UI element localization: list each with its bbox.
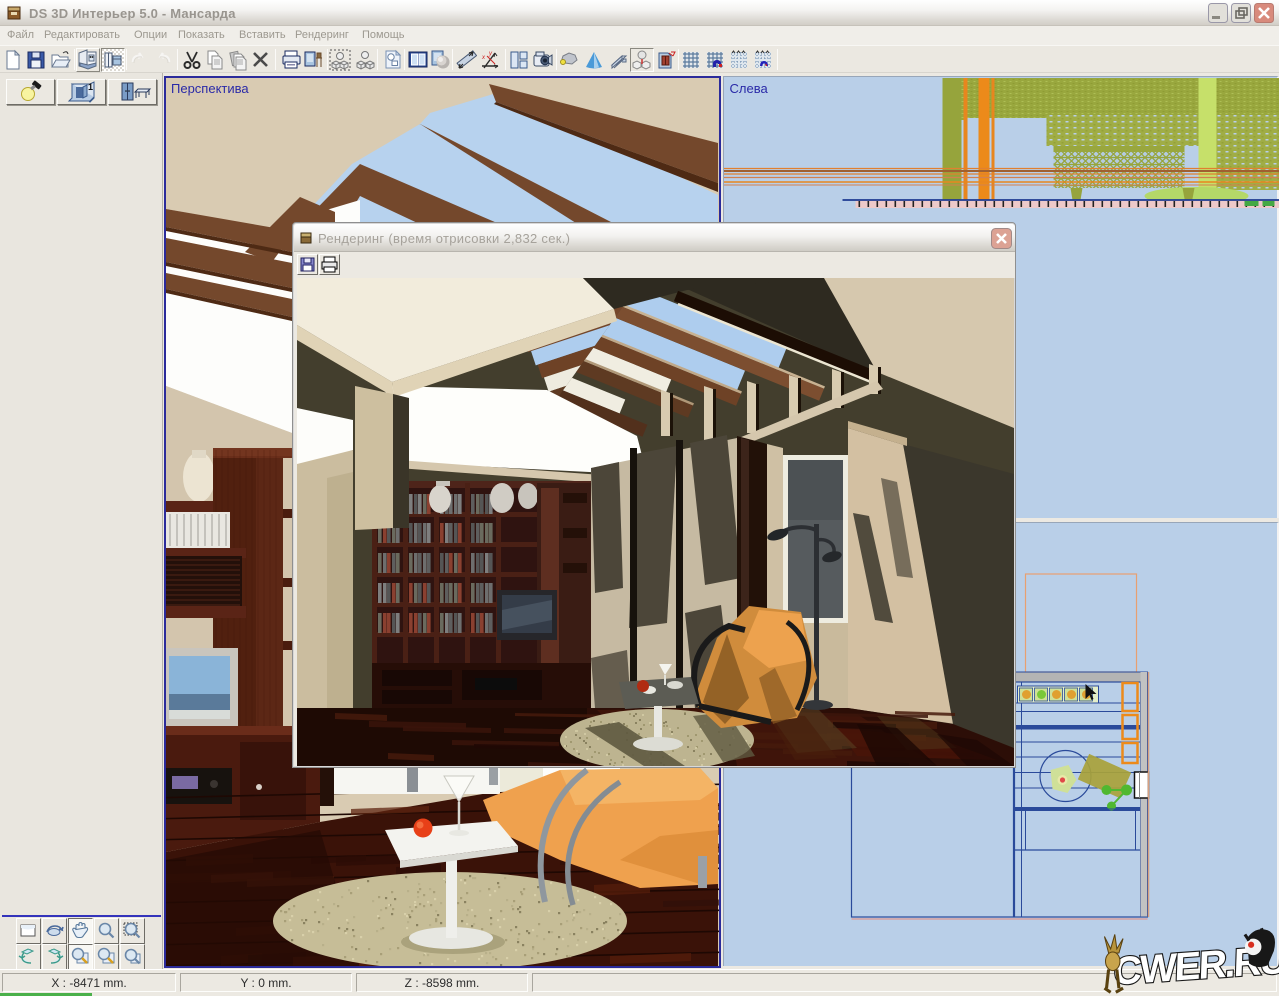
svg-text:1: 1 bbox=[88, 82, 93, 92]
svg-text:Перспектива: Перспектива bbox=[171, 81, 249, 96]
svg-text:Слева: Слева bbox=[730, 81, 769, 96]
svg-text:x: x bbox=[481, 55, 486, 61]
